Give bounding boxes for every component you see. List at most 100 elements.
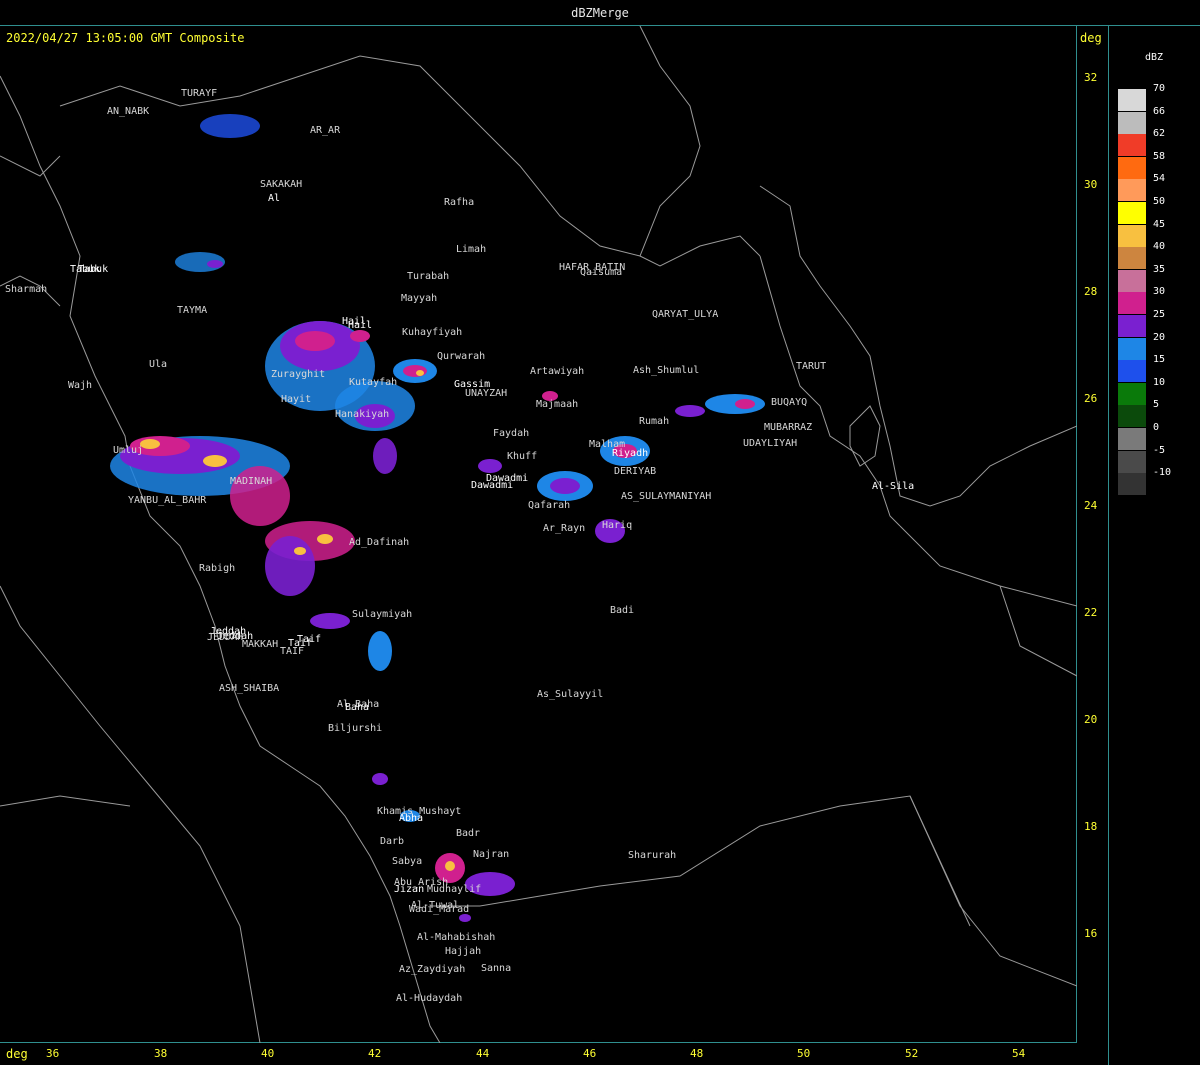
- legend-swatch: [1118, 134, 1146, 157]
- legend-label: 0: [1153, 422, 1160, 433]
- city-label: As_Sulayyil: [537, 689, 604, 700]
- legend-swatch: [1118, 337, 1146, 360]
- city-label: TAYMA: [177, 305, 208, 316]
- city-label: QARYAT_ULYA: [652, 309, 719, 320]
- city-label: Kutayfah: [349, 377, 398, 388]
- city-label: Qafarah: [528, 500, 571, 511]
- city-label: Riyadh: [612, 448, 649, 459]
- city-label: Hail: [348, 320, 373, 331]
- legend-swatch: [1118, 292, 1146, 315]
- lon-tick: 52: [905, 1047, 919, 1060]
- city-label: BUQAYQ: [771, 397, 808, 408]
- lat-tick: 26: [1084, 392, 1098, 405]
- city-label: Faydah: [493, 428, 530, 439]
- city-label: TAIF: [280, 646, 305, 657]
- legend-label: 30: [1153, 286, 1166, 298]
- city-label: Baha: [345, 702, 370, 713]
- lon-tick: 42: [368, 1047, 382, 1060]
- legend-swatch: [1118, 156, 1146, 179]
- legend-label: 5: [1153, 399, 1160, 411]
- legend-swatch: [1118, 382, 1146, 405]
- city-label: Az_Zaydiyah: [399, 964, 466, 975]
- legend-swatch: [1118, 360, 1146, 383]
- city-label: Sharmah: [5, 284, 48, 295]
- city-label: YANBU_AL_BAHR: [128, 495, 207, 506]
- city-label: Qaisuma: [580, 267, 623, 278]
- lon-tick: 46: [583, 1047, 597, 1060]
- legend-label: -5: [1153, 444, 1166, 456]
- city-label: Mayyah: [401, 293, 438, 304]
- city-label: Darb: [380, 836, 405, 847]
- city-label: Ash_Shumlul: [633, 365, 700, 376]
- legend-swatch: [1118, 111, 1146, 134]
- city-label: Al-Mahabishah: [417, 932, 496, 943]
- legend-label: 54: [1153, 173, 1166, 185]
- city-label: ASH_SHAIBA: [219, 683, 280, 694]
- city-label: JEDDAH: [207, 632, 244, 643]
- legend-title: dBZ: [1145, 52, 1164, 63]
- city-label: Qurwarah: [437, 351, 486, 362]
- city-label: Badi: [610, 605, 635, 616]
- legend-swatch: [1118, 428, 1146, 450]
- legend-label: 15: [1153, 354, 1166, 366]
- legend-swatch: [1118, 202, 1146, 224]
- city-label: UNAYZAH: [465, 388, 508, 399]
- city-label: Taif: [297, 634, 322, 645]
- legend-swatch: [1118, 450, 1146, 473]
- city-label: Sanna: [481, 963, 512, 974]
- city-label: Sulaymiyah: [352, 609, 413, 620]
- city-label: Dawadmi: [486, 473, 529, 484]
- legend-label: 20: [1153, 331, 1166, 343]
- city-label: Artawiyah: [530, 366, 585, 377]
- lat-tick: 20: [1084, 713, 1098, 726]
- city-label: AN_NABK: [107, 106, 150, 117]
- radar-echoes: [110, 114, 765, 922]
- city-label: Ad_Dafinah: [349, 537, 410, 548]
- legend-swatch: [1118, 405, 1146, 428]
- legend-label: 50: [1153, 196, 1166, 207]
- legend-label: 62: [1153, 128, 1166, 140]
- lon-tick: 40: [261, 1047, 275, 1060]
- lon-tick: 54: [1012, 1047, 1026, 1060]
- city-label: Najran: [473, 849, 510, 860]
- city-label: Wajh: [68, 380, 93, 391]
- window-title: dBZMerge: [571, 6, 629, 20]
- legend-label: 10: [1153, 376, 1166, 388]
- legend-label: 45: [1153, 218, 1166, 230]
- legend-swatch: [1118, 473, 1146, 496]
- city-label: Ula: [149, 359, 168, 370]
- city-label: Umluj: [113, 445, 144, 456]
- city-label: Abha: [399, 813, 424, 824]
- city-label: Wadi_Marad: [409, 904, 470, 915]
- legend-label: 58: [1153, 150, 1166, 162]
- city-label: Al-Hudaydah: [396, 993, 463, 1004]
- legend-swatch: [1118, 247, 1146, 270]
- radar-map: [0, 26, 1077, 1043]
- city-label: Ar_Rayn: [543, 523, 586, 534]
- city-label: UDAYLIYAH: [743, 438, 798, 449]
- city-label: Rabigh: [199, 563, 236, 574]
- lat-unit-label: deg: [1080, 31, 1102, 45]
- lat-tick: 22: [1084, 606, 1098, 619]
- city-label: MADINAH: [230, 476, 273, 487]
- city-label: Rumah: [639, 416, 670, 427]
- city-label: Sabya: [392, 856, 423, 867]
- city-label: Limah: [456, 244, 487, 255]
- city-label: TURAYF: [181, 88, 218, 99]
- legend-label: 35: [1153, 263, 1166, 275]
- lon-tick: 44: [476, 1047, 490, 1060]
- city-label: Khuff: [507, 451, 538, 462]
- lon-tick: 38: [154, 1047, 168, 1060]
- city-label: Biljurshi: [328, 723, 383, 734]
- lon-unit-label: deg: [6, 1047, 28, 1061]
- city-label: Kuhayfiyah: [402, 327, 463, 338]
- lat-tick: 30: [1084, 178, 1098, 191]
- city-label: Al: [268, 193, 281, 204]
- legend-label: 25: [1153, 309, 1166, 320]
- city-label: Badr: [456, 828, 481, 839]
- city-label: TARUT: [796, 361, 827, 372]
- city-label: Hajjah: [445, 946, 482, 957]
- city-label: Tabuk: [78, 264, 109, 275]
- city-label: Mudhaylif: [427, 884, 482, 895]
- city-label: AS_SULAYMANIYAH: [621, 491, 712, 502]
